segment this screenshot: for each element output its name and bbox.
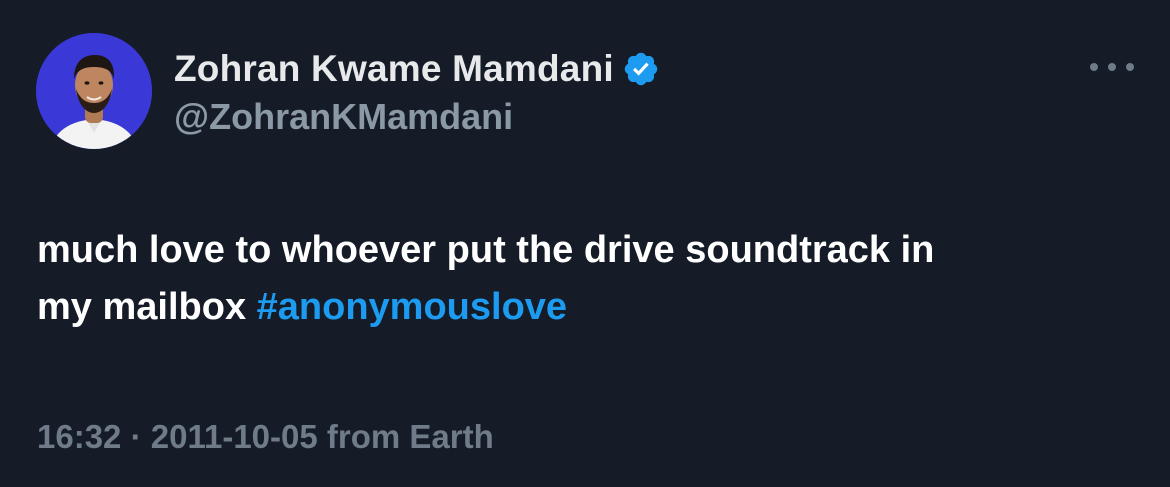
more-dot <box>1126 63 1134 71</box>
avatar[interactable] <box>36 33 152 149</box>
author-info: Zohran Kwame Mamdani @ZohranKMamdani <box>174 44 660 138</box>
meta-separator: · <box>130 418 142 455</box>
tweet-time[interactable]: 16:32 <box>37 418 121 455</box>
avatar-image <box>36 33 152 149</box>
user-handle[interactable]: @ZohranKMamdani <box>174 96 660 138</box>
tweet-date[interactable]: 2011-10-05 <box>151 418 318 455</box>
tweet-text-line2: my mailbox <box>37 286 257 328</box>
tweet-source: from Earth <box>326 418 494 455</box>
more-options-icon[interactable] <box>1090 56 1134 78</box>
display-name[interactable]: Zohran Kwame Mamdani <box>174 48 614 90</box>
name-row: Zohran Kwame Mamdani <box>174 44 660 94</box>
hashtag-link[interactable]: #anonymouslove <box>257 286 567 328</box>
tweet-text: much love to whoever put the drive sound… <box>37 222 1137 336</box>
tweet-text-line1: much love to whoever put the drive sound… <box>37 229 935 271</box>
verified-badge-icon[interactable] <box>622 50 660 88</box>
more-dot <box>1090 63 1098 71</box>
more-dot <box>1108 63 1116 71</box>
tweet-metadata: 16:32 · 2011-10-05 from Earth <box>37 418 494 456</box>
tweet-card: Zohran Kwame Mamdani @ZohranKMamdani muc… <box>0 0 1170 487</box>
